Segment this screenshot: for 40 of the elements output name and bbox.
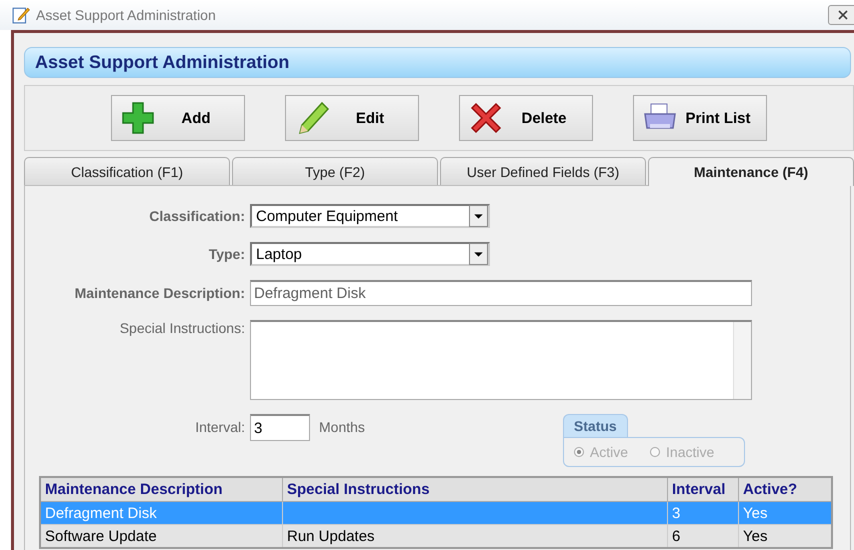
field-label: Special Instructions: xyxy=(118,320,245,336)
instructions-field[interactable] xyxy=(250,320,752,400)
tab[interactable]: Classification (F1) xyxy=(24,157,230,185)
tab[interactable]: Type (F2) xyxy=(232,157,438,185)
scrollbar[interactable] xyxy=(733,322,751,399)
status-title: Status xyxy=(562,414,628,437)
field-label: Type: xyxy=(208,246,245,262)
table-cell: Yes xyxy=(738,524,832,548)
description-field[interactable]: Defragment Disk xyxy=(250,280,752,306)
table-cell: Software Update xyxy=(40,524,282,548)
type-dropdown[interactable]: Laptop xyxy=(250,242,490,266)
toolbar-button[interactable]: Edit xyxy=(285,95,419,141)
tab[interactable]: Maintenance (F4) xyxy=(648,157,854,186)
table-cell: Yes xyxy=(738,502,832,524)
plus-icon xyxy=(120,100,156,136)
toolbar-button[interactable]: Delete xyxy=(459,95,593,141)
table-cell: Run Updates xyxy=(282,524,668,548)
toolbar-button[interactable]: Print List xyxy=(633,95,767,141)
table-row[interactable]: Software Update Run Updates 6 Yes xyxy=(40,524,832,548)
close-icon xyxy=(838,10,848,20)
header-bar: Asset Support Administration xyxy=(24,47,851,78)
interval-field[interactable]: 3 xyxy=(250,414,310,441)
column-header[interactable]: Interval xyxy=(668,477,738,502)
column-header[interactable]: Maintenance Description xyxy=(40,477,282,502)
field-label: Maintenance Description: xyxy=(74,285,245,301)
unit-label: Months xyxy=(319,418,365,437)
column-header[interactable]: Special Instructions xyxy=(282,477,668,502)
table-cell: 3 xyxy=(668,502,738,524)
column-header[interactable]: Active? xyxy=(738,477,832,502)
table-cell: 6 xyxy=(668,524,738,548)
window-title: Asset Support Administration xyxy=(36,7,216,23)
classification-dropdown[interactable]: Computer Equipment xyxy=(250,204,490,228)
table-cell: Defragment Disk xyxy=(40,502,282,524)
field-label: Interval: xyxy=(194,418,245,437)
cross-icon xyxy=(468,100,504,136)
tab[interactable]: User Defined Fields (F3) xyxy=(440,157,646,185)
field-label: Classification: xyxy=(148,208,245,224)
toolbar-button[interactable]: Add xyxy=(111,95,245,141)
app-icon xyxy=(12,6,30,24)
close-button[interactable] xyxy=(828,5,854,25)
